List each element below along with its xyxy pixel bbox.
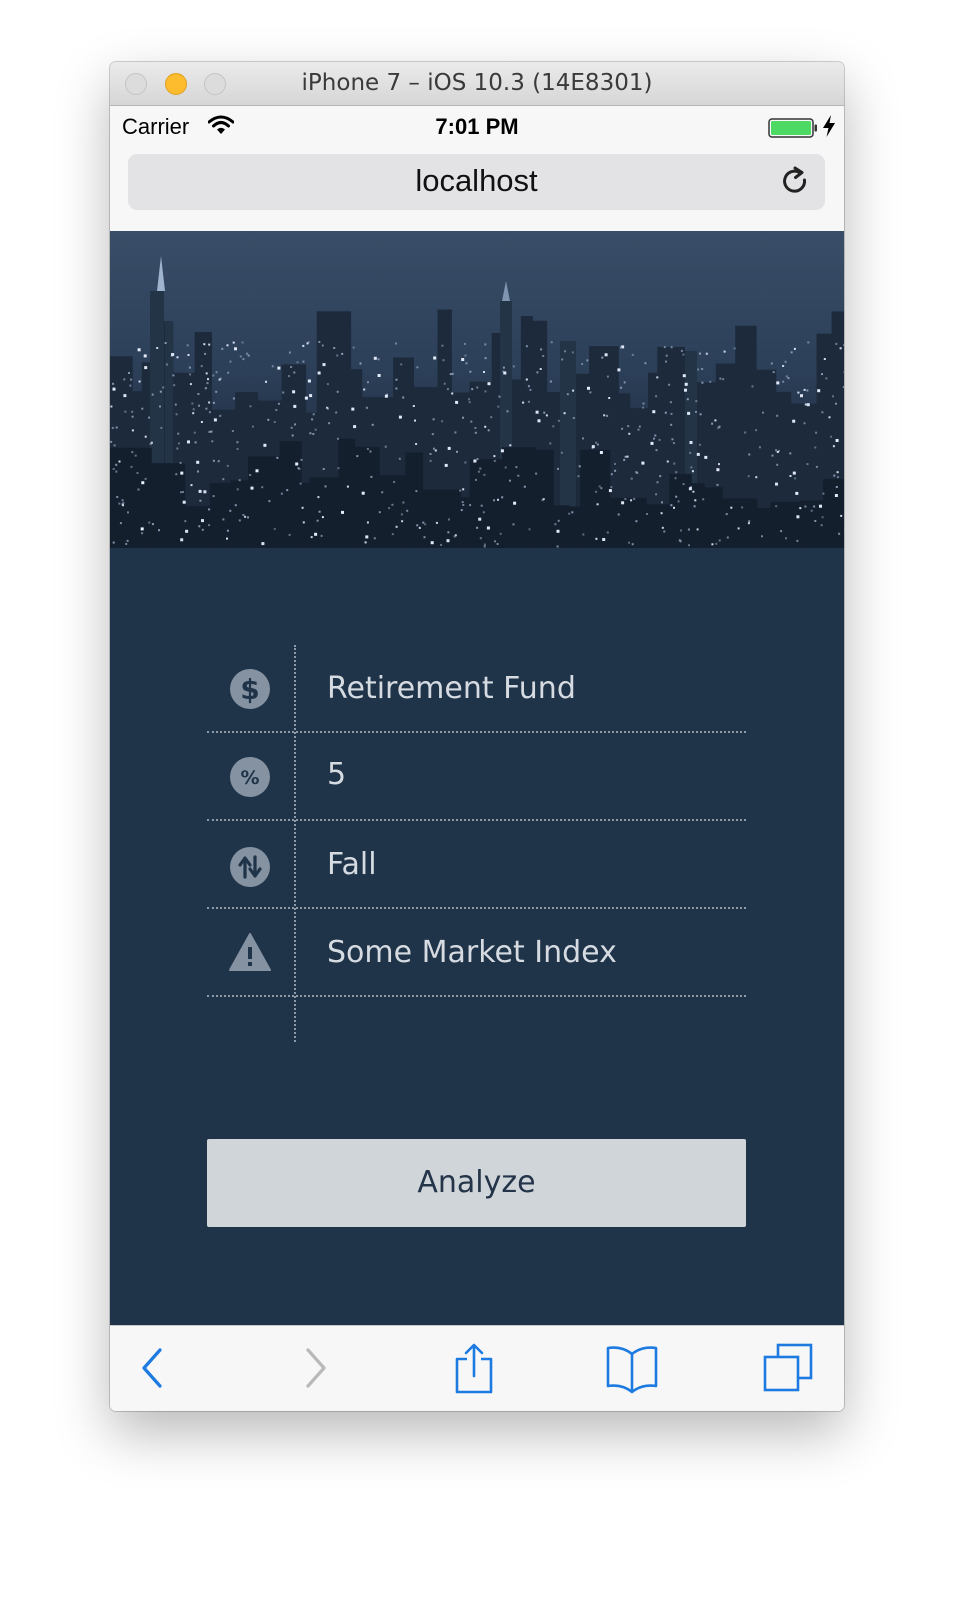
svg-text:%: % xyxy=(240,767,259,789)
warning-icon xyxy=(229,931,271,973)
safari-toolbar xyxy=(110,1325,844,1411)
window-titlebar: iPhone 7 – iOS 10.3 (14E8301) xyxy=(110,62,844,106)
status-bar: Carrier 7:01 PM xyxy=(110,106,844,146)
analysis-form: $ Retirement Fund % 5 Fall Some Market I… xyxy=(207,645,746,1042)
dollar-icon: $ xyxy=(229,668,271,710)
browser-chrome: localhost xyxy=(110,146,844,231)
status-time: 7:01 PM xyxy=(435,114,519,139)
fund-row[interactable]: $ Retirement Fund xyxy=(207,645,746,733)
rate-value: 5 xyxy=(327,757,347,792)
window-title: iPhone 7 – iOS 10.3 (14E8301) xyxy=(301,70,653,96)
rate-row[interactable]: % 5 xyxy=(207,733,746,821)
fund-value: Retirement Fund xyxy=(327,671,576,706)
bookmarks-icon[interactable] xyxy=(604,1342,660,1394)
share-icon[interactable] xyxy=(446,1342,502,1394)
simulator-window: iPhone 7 – iOS 10.3 (14E8301) Carrier 7:… xyxy=(110,62,844,1411)
charging-icon xyxy=(822,115,836,142)
index-row[interactable]: Some Market Index xyxy=(207,909,746,997)
forward-icon[interactable] xyxy=(288,1342,344,1394)
direction-value: Fall xyxy=(327,847,377,882)
analyze-button[interactable]: Analyze xyxy=(207,1139,746,1227)
percent-icon: % xyxy=(229,756,271,798)
battery-icon xyxy=(768,118,818,143)
address-bar[interactable]: localhost xyxy=(128,154,825,210)
direction-row[interactable]: Fall xyxy=(207,821,746,909)
tabs-icon[interactable] xyxy=(760,1342,816,1394)
main-content: $ Retirement Fund % 5 Fall Some Market I… xyxy=(110,548,844,1325)
back-icon[interactable] xyxy=(132,1342,188,1394)
reload-icon[interactable] xyxy=(781,166,811,203)
city-skyline-image xyxy=(110,231,844,548)
up-down-arrows-icon xyxy=(229,846,271,888)
address-url: localhost xyxy=(415,163,538,198)
index-value: Some Market Index xyxy=(327,935,617,970)
svg-text:$: $ xyxy=(240,673,259,706)
